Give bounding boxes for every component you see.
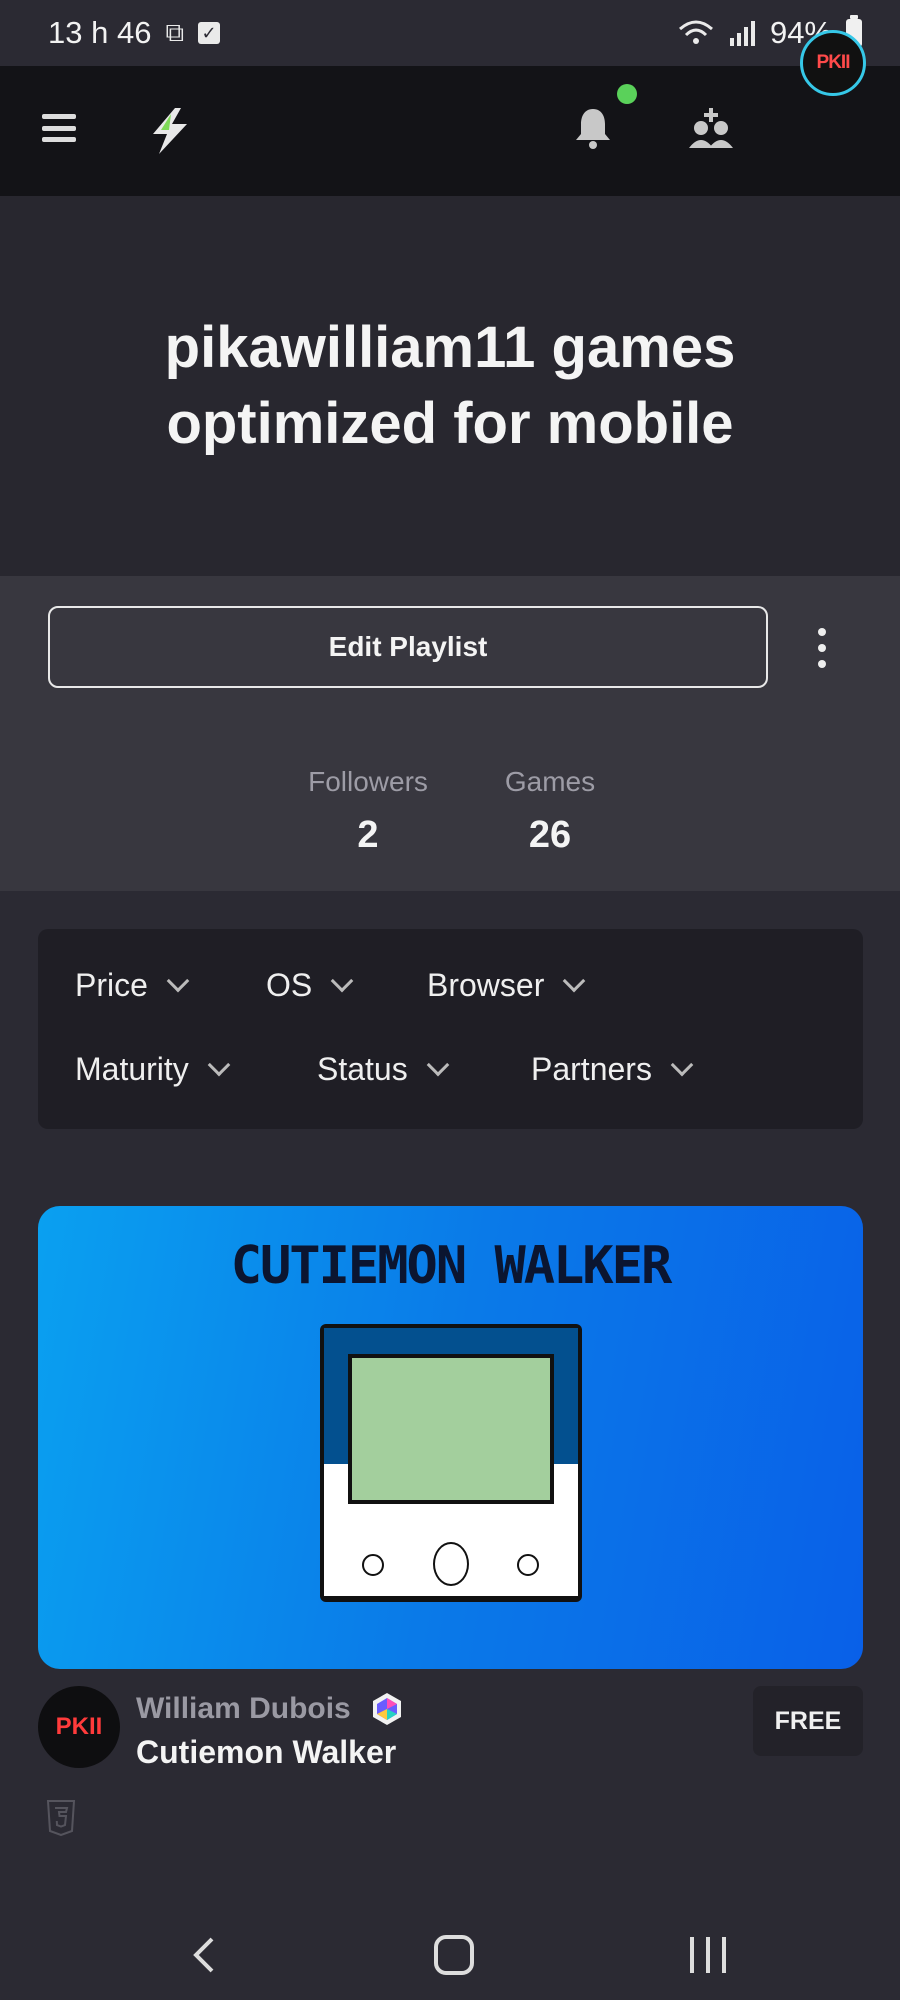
game-title[interactable]: Cutiemon Walker bbox=[136, 1734, 396, 1771]
verified-badge-icon bbox=[373, 1693, 401, 1725]
checkbox-icon: ✓ bbox=[198, 22, 221, 44]
followers-stat[interactable]: Followers 2 bbox=[300, 766, 436, 857]
chevron-down-icon bbox=[330, 969, 354, 992]
followers-count: 2 bbox=[357, 814, 379, 856]
chevron-down-icon bbox=[426, 1053, 450, 1076]
handheld-device-illustration bbox=[320, 1324, 582, 1602]
playlist-controls: Edit Playlist Followers 2 Games 26 bbox=[0, 576, 900, 891]
filter-browser[interactable]: Browser bbox=[427, 967, 586, 1004]
page-title: pikawilliam11 games optimized for mobile bbox=[164, 315, 736, 456]
status-bar: 13 h 46 ⧉ ✓ 94% bbox=[0, 0, 900, 66]
filter-partners-label: Partners bbox=[531, 1051, 652, 1087]
system-nav-bar bbox=[0, 1911, 900, 2000]
chevron-down-icon bbox=[166, 969, 190, 992]
chevron-down-icon bbox=[207, 1053, 231, 1076]
games-count: 26 bbox=[528, 814, 572, 856]
chevron-down-icon bbox=[670, 1053, 694, 1076]
status-left: 13 h 46 ⧉ ✓ bbox=[48, 15, 221, 51]
html5-icon bbox=[46, 1800, 76, 1836]
hamburger-icon[interactable] bbox=[42, 114, 76, 142]
edit-playlist-button[interactable]: Edit Playlist bbox=[48, 606, 768, 688]
filter-browser-label: Browser bbox=[427, 967, 545, 1003]
creator-avatar[interactable]: PKII bbox=[38, 1686, 120, 1768]
signal-icon bbox=[729, 21, 755, 46]
games-label: Games bbox=[504, 766, 596, 797]
home-icon[interactable] bbox=[434, 1935, 474, 1975]
back-icon[interactable] bbox=[190, 1935, 218, 1975]
filter-price-label: Price bbox=[75, 967, 148, 1003]
filter-os[interactable]: OS bbox=[266, 967, 354, 1004]
friends-icon[interactable] bbox=[688, 106, 734, 150]
filter-partners[interactable]: Partners bbox=[531, 1051, 694, 1088]
thumbnail-title: CUTIEMON WALKER bbox=[230, 1236, 673, 1296]
more-options-icon[interactable] bbox=[812, 628, 832, 668]
filter-status[interactable]: Status bbox=[317, 1051, 450, 1088]
logo-icon[interactable] bbox=[145, 106, 195, 156]
filters-panel: Price OS Browser Maturity Status Partner… bbox=[38, 929, 863, 1129]
bell-icon[interactable] bbox=[574, 106, 612, 150]
wifi-icon bbox=[678, 20, 713, 44]
user-avatar[interactable]: PKII bbox=[800, 30, 866, 96]
recents-icon[interactable] bbox=[690, 1937, 726, 1973]
chevron-down-icon bbox=[563, 969, 586, 992]
notification-dot bbox=[617, 84, 637, 104]
status-time: 13 h 46 bbox=[48, 15, 152, 50]
title-banner: pikawilliam11 games optimized for mobile bbox=[0, 196, 900, 576]
filter-os-label: OS bbox=[266, 967, 313, 1003]
followers-label: Followers bbox=[308, 766, 428, 797]
app-header bbox=[0, 66, 900, 196]
game-thumbnail[interactable]: CUTIEMON WALKER bbox=[38, 1206, 863, 1669]
filter-maturity-label: Maturity bbox=[75, 1051, 189, 1087]
games-stat: Games 26 bbox=[500, 766, 600, 857]
filter-status-label: Status bbox=[317, 1051, 408, 1087]
screen-record-icon: ⧉ bbox=[165, 17, 185, 47]
creator-name[interactable]: William Dubois bbox=[136, 1692, 351, 1726]
price-badge: FREE bbox=[753, 1686, 863, 1756]
filter-price[interactable]: Price bbox=[75, 967, 190, 1004]
filter-maturity[interactable]: Maturity bbox=[75, 1051, 231, 1088]
